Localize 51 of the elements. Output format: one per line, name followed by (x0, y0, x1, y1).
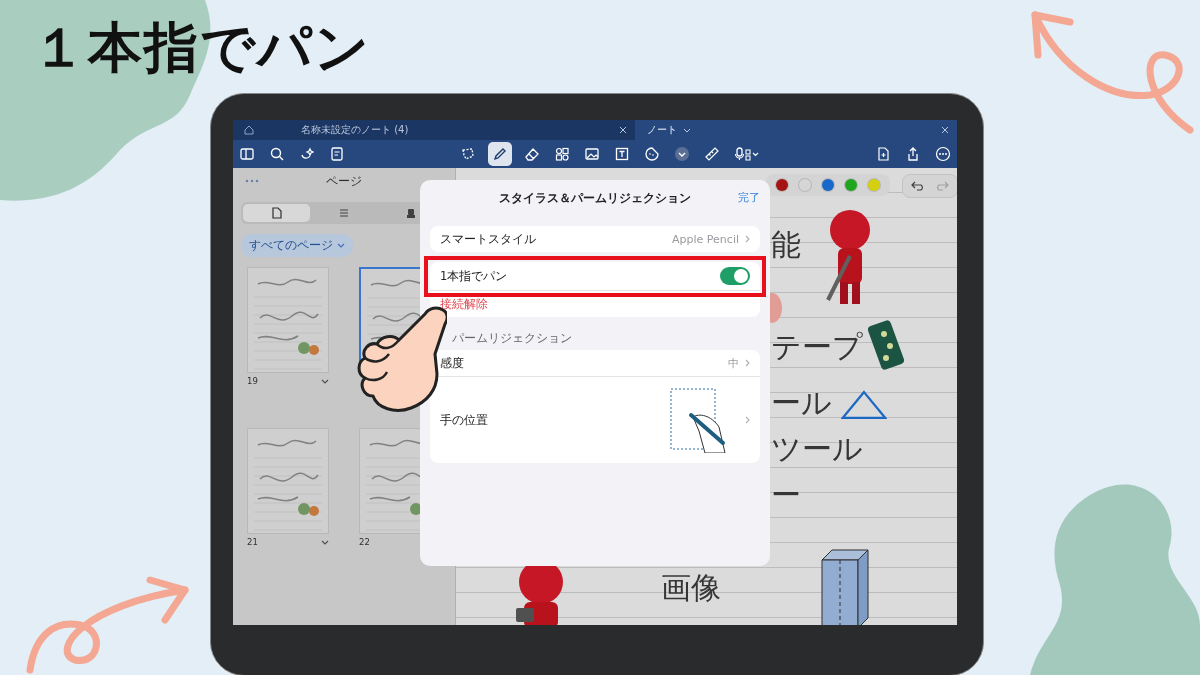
headline: １本指でパン (32, 15, 371, 81)
close-icon[interactable] (619, 126, 627, 134)
sidebar-title: ページ (326, 172, 362, 190)
dialog-title: スタイラス＆パームリジェクション (499, 190, 691, 206)
disconnect-link[interactable]: 接続解除 (440, 296, 488, 312)
undo-icon[interactable] (911, 181, 925, 191)
stamp-icon (406, 207, 417, 219)
chevron-icon (745, 359, 750, 367)
toggle-switch[interactable] (720, 267, 750, 285)
filter-chip[interactable]: すべてのページ (241, 234, 353, 257)
home-icon[interactable] (243, 124, 255, 136)
setting-value[interactable]: 中 (728, 355, 739, 371)
section-header: パームリジェクション (451, 330, 573, 347)
color-swatch[interactable] (868, 179, 880, 191)
page-number: 21 (247, 537, 258, 547)
handwritten-text: 画像 (661, 573, 721, 603)
setting-label: スマートスタイル (440, 231, 537, 247)
setting-label: 手の位置 (440, 412, 489, 428)
color-swatch[interactable] (822, 179, 834, 191)
color-swatch[interactable] (776, 179, 788, 191)
chevron-icon[interactable] (321, 378, 329, 384)
tab[interactable]: ノート (635, 120, 957, 140)
handwritten-text: ツール (771, 434, 863, 464)
handwritten-text: ール (771, 388, 832, 418)
page-icon (271, 207, 282, 219)
page-number: 22 (359, 537, 370, 547)
chevron-icon[interactable] (321, 539, 329, 545)
caret-icon (337, 243, 345, 248)
handwritten-text: ー (771, 480, 801, 510)
caret-icon (683, 127, 691, 133)
color-swatch[interactable] (845, 179, 857, 191)
page-thumbnail[interactable] (247, 267, 329, 373)
done-button[interactable]: 完了 (738, 190, 760, 205)
chevron-icon (745, 235, 750, 243)
sticker-icon[interactable] (642, 144, 662, 164)
handwritten-text: テープ (771, 332, 863, 362)
triangle-drawing (841, 390, 887, 420)
tab[interactable]: 名称未設定のノート (4) (269, 120, 635, 140)
setting-value[interactable]: Apple Pencil (672, 232, 739, 246)
chevron-icon (745, 416, 750, 424)
close-icon[interactable] (941, 126, 949, 134)
more-icon[interactable] (933, 144, 953, 164)
setting-label: 1本指でパン (440, 268, 509, 284)
pen-icon[interactable] (488, 142, 512, 166)
list-icon (339, 207, 349, 219)
page-thumbnail[interactable] (247, 428, 329, 534)
setting-label: 感度 (440, 355, 465, 371)
handwritten-text: 能 (771, 230, 801, 260)
chevron-button[interactable] (672, 144, 692, 164)
page-number: 19 (247, 376, 258, 386)
color-swatch[interactable] (799, 179, 811, 191)
